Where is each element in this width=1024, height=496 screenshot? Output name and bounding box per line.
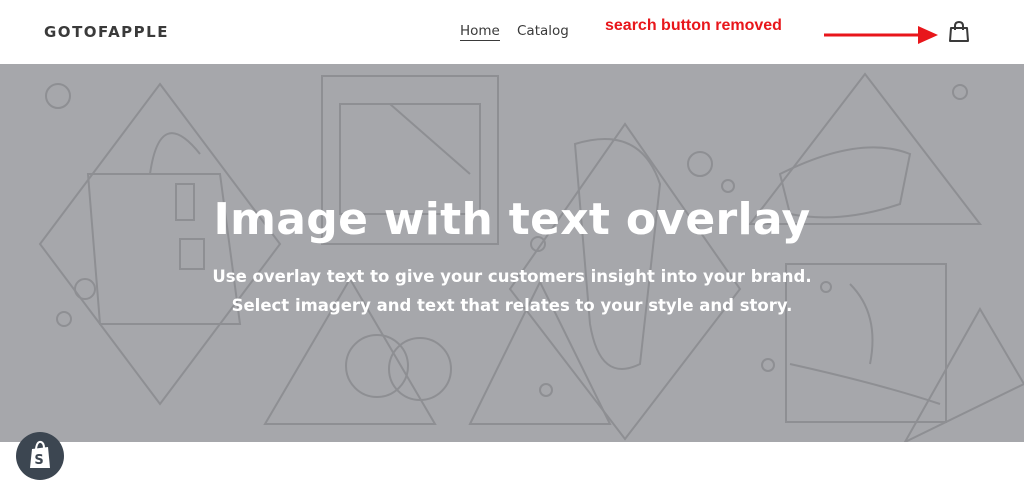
hero-subtitle-line-1: Use overlay text to give your customers … bbox=[212, 267, 812, 286]
hero-subtitle-line-2: Select imagery and text that relates to … bbox=[231, 296, 793, 315]
annotation-text: search button removed bbox=[605, 17, 782, 34]
hero-banner: Image with text overlay Use overlay text… bbox=[0, 64, 1024, 442]
hero-subtitle: Use overlay text to give your customers … bbox=[0, 262, 1024, 320]
hero-illustration bbox=[38, 72, 1024, 442]
site-header: GOTOFAPPLE Home Catalog search button re… bbox=[0, 0, 1024, 64]
svg-text:S: S bbox=[34, 453, 43, 468]
nav-home[interactable]: Home bbox=[460, 23, 500, 41]
shopify-bag-icon: S bbox=[30, 440, 50, 468]
shopify-badge[interactable]: S bbox=[16, 432, 64, 480]
annotation-arrow-icon bbox=[824, 26, 938, 44]
shopping-bag-icon[interactable] bbox=[948, 21, 970, 43]
nav-catalog[interactable]: Catalog bbox=[517, 23, 569, 39]
site-logo[interactable]: GOTOFAPPLE bbox=[44, 23, 169, 41]
hero-title: Image with text overlay bbox=[213, 194, 811, 245]
